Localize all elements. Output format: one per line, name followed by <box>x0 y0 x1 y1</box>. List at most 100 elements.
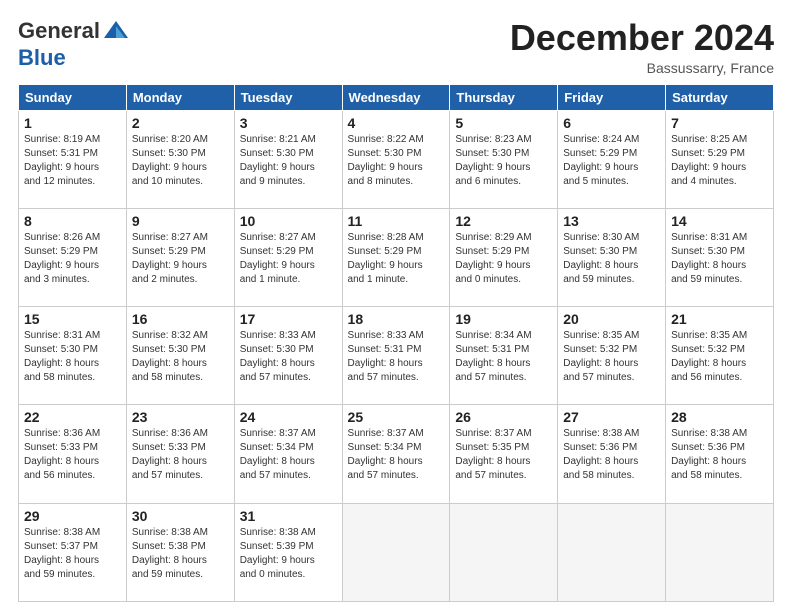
title-block: December 2024 Bassussarry, France <box>510 18 774 76</box>
calendar-day-cell: 6 Sunrise: 8:24 AM Sunset: 5:29 PM Daylig… <box>558 110 666 208</box>
day-number: 29 <box>24 508 121 524</box>
day-info: Sunrise: 8:30 AM Sunset: 5:30 PM Dayligh… <box>563 231 660 287</box>
logo: General Blue <box>18 18 132 70</box>
day-number: 25 <box>348 409 445 425</box>
calendar-day-cell: 16 Sunrise: 8:32 AM Sunset: 5:30 PM Dayli… <box>126 307 234 405</box>
weekday-header-cell: Thursday <box>450 84 558 110</box>
day-number: 4 <box>348 115 445 131</box>
day-number: 16 <box>132 311 229 327</box>
day-info: Sunrise: 8:23 AM Sunset: 5:30 PM Dayligh… <box>455 133 552 189</box>
calendar-day-cell: 7 Sunrise: 8:25 AM Sunset: 5:29 PM Daylig… <box>666 110 774 208</box>
calendar-day-cell: 17Sunrise: 8:33 AM Sunset: 5:30 PM Dayli… <box>234 307 342 405</box>
header: General Blue December 2024 Bassussarry, … <box>18 18 774 76</box>
day-info: Sunrise: 8:37 AM Sunset: 5:34 PM Dayligh… <box>348 427 445 483</box>
calendar-day-cell: 22Sunrise: 8:36 AM Sunset: 5:33 PM Dayli… <box>19 405 127 503</box>
day-number: 8 <box>24 213 121 229</box>
calendar-day-cell: 15 Sunrise: 8:31 AM Sunset: 5:30 PM Dayli… <box>19 307 127 405</box>
day-number: 5 <box>455 115 552 131</box>
day-info: Sunrise: 8:27 AM Sunset: 5:29 PM Dayligh… <box>132 231 229 287</box>
day-number: 24 <box>240 409 337 425</box>
calendar-day-cell: 11 Sunrise: 8:28 AM Sunset: 5:29 PM Dayli… <box>342 208 450 306</box>
day-number: 9 <box>132 213 229 229</box>
day-number: 20 <box>563 311 660 327</box>
day-number: 3 <box>240 115 337 131</box>
day-info: Sunrise: 8:25 AM Sunset: 5:29 PM Dayligh… <box>671 133 768 189</box>
day-info: Sunrise: 8:28 AM Sunset: 5:29 PM Dayligh… <box>348 231 445 287</box>
calendar-day-cell: 12 Sunrise: 8:29 AM Sunset: 5:29 PM Dayli… <box>450 208 558 306</box>
day-info: Sunrise: 8:27 AM Sunset: 5:29 PM Dayligh… <box>240 231 337 287</box>
calendar-day-cell: 4 Sunrise: 8:22 AM Sunset: 5:30 PM Daylig… <box>342 110 450 208</box>
day-number: 30 <box>132 508 229 524</box>
day-info: Sunrise: 8:38 AM Sunset: 5:36 PM Dayligh… <box>671 427 768 483</box>
weekday-header-cell: Saturday <box>666 84 774 110</box>
calendar-body: 1 Sunrise: 8:19 AM Sunset: 5:31 PM Daylig… <box>19 110 774 601</box>
day-number: 11 <box>348 213 445 229</box>
day-info: Sunrise: 8:20 AM Sunset: 5:30 PM Dayligh… <box>132 133 229 189</box>
calendar-day-cell: 3 Sunrise: 8:21 AM Sunset: 5:30 PM Daylig… <box>234 110 342 208</box>
day-number: 12 <box>455 213 552 229</box>
weekday-header-cell: Friday <box>558 84 666 110</box>
day-info: Sunrise: 8:35 AM Sunset: 5:32 PM Dayligh… <box>563 329 660 385</box>
day-number: 31 <box>240 508 337 524</box>
day-number: 7 <box>671 115 768 131</box>
day-info: Sunrise: 8:37 AM Sunset: 5:34 PM Dayligh… <box>240 427 337 483</box>
day-info: Sunrise: 8:31 AM Sunset: 5:30 PM Dayligh… <box>671 231 768 287</box>
day-info: Sunrise: 8:33 AM Sunset: 5:31 PM Dayligh… <box>348 329 445 385</box>
day-number: 23 <box>132 409 229 425</box>
calendar-day-cell: 8 Sunrise: 8:26 AM Sunset: 5:29 PM Daylig… <box>19 208 127 306</box>
calendar-week-row: 1 Sunrise: 8:19 AM Sunset: 5:31 PM Daylig… <box>19 110 774 208</box>
day-info: Sunrise: 8:35 AM Sunset: 5:32 PM Dayligh… <box>671 329 768 385</box>
day-number: 2 <box>132 115 229 131</box>
calendar-table: SundayMondayTuesdayWednesdayThursdayFrid… <box>18 84 774 602</box>
calendar-day-cell: 20 Sunrise: 8:35 AM Sunset: 5:32 PM Dayli… <box>558 307 666 405</box>
day-info: Sunrise: 8:24 AM Sunset: 5:29 PM Dayligh… <box>563 133 660 189</box>
weekday-header-row: SundayMondayTuesdayWednesdayThursdayFrid… <box>19 84 774 110</box>
day-info: Sunrise: 8:29 AM Sunset: 5:29 PM Dayligh… <box>455 231 552 287</box>
day-number: 15 <box>24 311 121 327</box>
day-number: 13 <box>563 213 660 229</box>
day-info: Sunrise: 8:19 AM Sunset: 5:31 PM Dayligh… <box>24 133 121 189</box>
calendar-day-cell: 9 Sunrise: 8:27 AM Sunset: 5:29 PM Daylig… <box>126 208 234 306</box>
day-number: 17 <box>240 311 337 327</box>
calendar-week-row: 29 Sunrise: 8:38 AM Sunset: 5:37 PM Dayli… <box>19 503 774 601</box>
calendar-day-cell: 28Sunrise: 8:38 AM Sunset: 5:36 PM Dayli… <box>666 405 774 503</box>
day-number: 1 <box>24 115 121 131</box>
calendar-day-cell: 23 Sunrise: 8:36 AM Sunset: 5:33 PM Dayli… <box>126 405 234 503</box>
weekday-header-cell: Wednesday <box>342 84 450 110</box>
day-info: Sunrise: 8:34 AM Sunset: 5:31 PM Dayligh… <box>455 329 552 385</box>
day-info: Sunrise: 8:36 AM Sunset: 5:33 PM Dayligh… <box>24 427 121 483</box>
logo-text: General Blue <box>18 18 132 70</box>
calendar-day-cell <box>558 503 666 601</box>
day-info: Sunrise: 8:36 AM Sunset: 5:33 PM Dayligh… <box>132 427 229 483</box>
day-number: 14 <box>671 213 768 229</box>
day-number: 26 <box>455 409 552 425</box>
page: General Blue December 2024 Bassussarry, … <box>0 0 792 612</box>
weekday-header-cell: Tuesday <box>234 84 342 110</box>
calendar-day-cell: 5 Sunrise: 8:23 AM Sunset: 5:30 PM Daylig… <box>450 110 558 208</box>
day-info: Sunrise: 8:32 AM Sunset: 5:30 PM Dayligh… <box>132 329 229 385</box>
calendar-week-row: 8 Sunrise: 8:26 AM Sunset: 5:29 PM Daylig… <box>19 208 774 306</box>
calendar-day-cell: 18Sunrise: 8:33 AM Sunset: 5:31 PM Dayli… <box>342 307 450 405</box>
day-number: 6 <box>563 115 660 131</box>
day-number: 27 <box>563 409 660 425</box>
day-info: Sunrise: 8:22 AM Sunset: 5:30 PM Dayligh… <box>348 133 445 189</box>
calendar-day-cell: 1 Sunrise: 8:19 AM Sunset: 5:31 PM Daylig… <box>19 110 127 208</box>
day-info: Sunrise: 8:38 AM Sunset: 5:37 PM Dayligh… <box>24 526 121 582</box>
calendar-day-cell: 13 Sunrise: 8:30 AM Sunset: 5:30 PM Dayli… <box>558 208 666 306</box>
calendar-day-cell: 25 Sunrise: 8:37 AM Sunset: 5:34 PM Dayli… <box>342 405 450 503</box>
weekday-header-cell: Monday <box>126 84 234 110</box>
day-info: Sunrise: 8:31 AM Sunset: 5:30 PM Dayligh… <box>24 329 121 385</box>
calendar-day-cell: 24 Sunrise: 8:37 AM Sunset: 5:34 PM Dayli… <box>234 405 342 503</box>
logo-icon <box>102 18 130 46</box>
day-number: 19 <box>455 311 552 327</box>
day-info: Sunrise: 8:26 AM Sunset: 5:29 PM Dayligh… <box>24 231 121 287</box>
weekday-header-cell: Sunday <box>19 84 127 110</box>
day-info: Sunrise: 8:38 AM Sunset: 5:38 PM Dayligh… <box>132 526 229 582</box>
calendar-day-cell: 10Sunrise: 8:27 AM Sunset: 5:29 PM Dayli… <box>234 208 342 306</box>
day-info: Sunrise: 8:21 AM Sunset: 5:30 PM Dayligh… <box>240 133 337 189</box>
calendar-day-cell: 31Sunrise: 8:38 AM Sunset: 5:39 PM Dayli… <box>234 503 342 601</box>
day-info: Sunrise: 8:37 AM Sunset: 5:35 PM Dayligh… <box>455 427 552 483</box>
calendar-day-cell: 2 Sunrise: 8:20 AM Sunset: 5:30 PM Daylig… <box>126 110 234 208</box>
calendar-day-cell: 27Sunrise: 8:38 AM Sunset: 5:36 PM Dayli… <box>558 405 666 503</box>
calendar-day-cell <box>450 503 558 601</box>
